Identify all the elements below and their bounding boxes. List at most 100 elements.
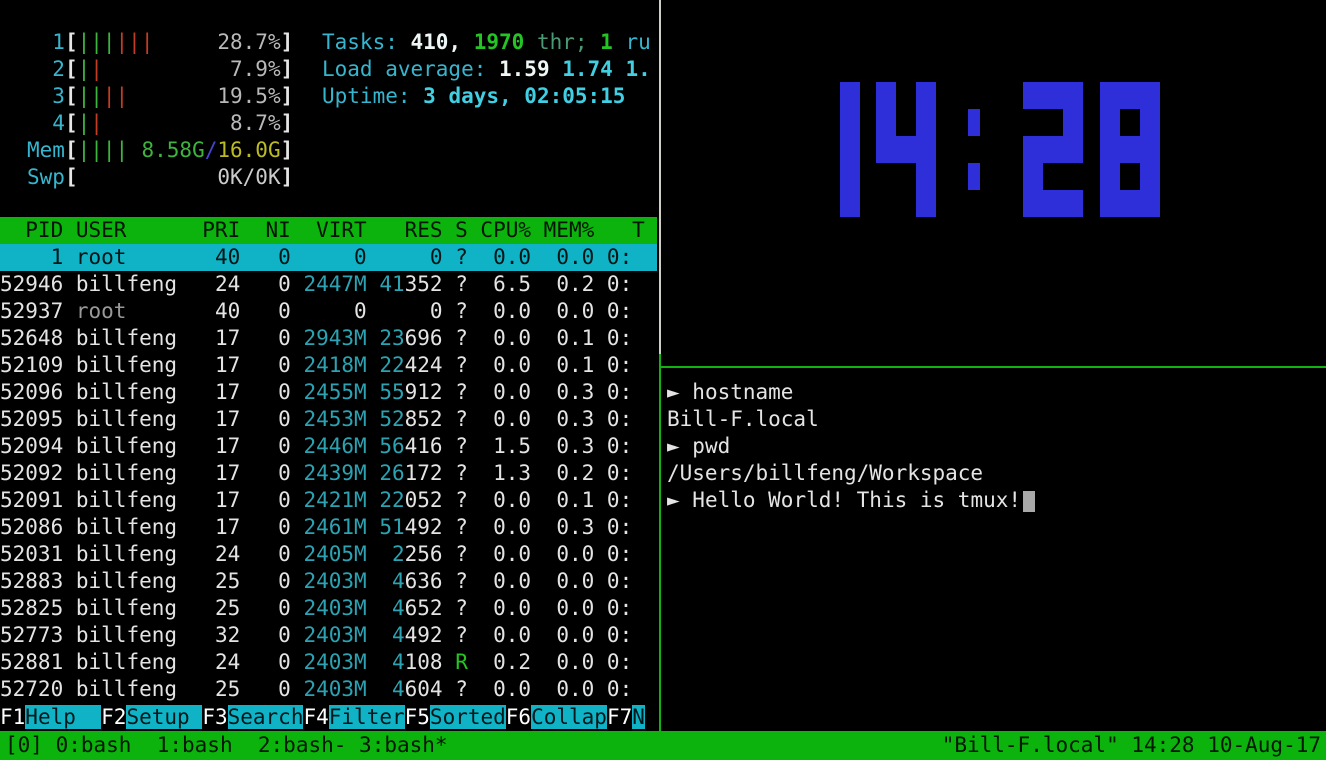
- res-cell-lo: 652: [405, 596, 443, 620]
- process-row[interactable]: 52094 billfeng 17 0 2446M 56416 ? 1.5 0.…: [0, 433, 657, 460]
- tasks-segment: Tasks:: [322, 30, 411, 54]
- process-row[interactable]: 52109 billfeng 17 0 2418M 22424 ? 0.0 0.…: [0, 352, 657, 379]
- meter-bars: ||: [78, 56, 103, 83]
- cpu-mem-time-cells: 0.0 0.3 0:: [468, 515, 645, 539]
- meter-close-bracket: ]: [281, 83, 294, 110]
- process-row[interactable]: 52648 billfeng 17 0 2943M 23696 ? 0.0 0.…: [0, 325, 657, 352]
- pri-ni-cells: 25 0: [190, 569, 304, 593]
- gap: [63, 434, 76, 458]
- res-cell-lo: 108: [405, 650, 443, 674]
- fkey-f3-button[interactable]: F3Search: [202, 704, 303, 731]
- pane-border-vertical[interactable]: [659, 0, 661, 354]
- fkey-f1-button[interactable]: F1Help: [0, 704, 101, 731]
- res-cell-lo: 912: [405, 380, 443, 404]
- user-cell: root: [76, 245, 190, 269]
- meter-green-bars: |||: [78, 30, 116, 54]
- meter-open-bracket: [: [65, 56, 78, 83]
- tasks-segment: 1970: [474, 30, 537, 54]
- user-cell: billfeng: [76, 380, 190, 404]
- window-item-3[interactable]: 3:bash*: [359, 733, 448, 757]
- clock-cell: [1140, 136, 1160, 163]
- clock-cell: [840, 82, 860, 109]
- cpu-mem-time-cells: 0.0 0.0 0:: [468, 623, 645, 647]
- load-segment: Load average:: [322, 57, 499, 81]
- user-cell: billfeng: [76, 542, 190, 566]
- process-row[interactable]: 52720 billfeng 25 0 2403M 4604 ? 0.0 0.0…: [0, 676, 657, 703]
- clock-cell: [1140, 190, 1160, 217]
- tasks-line: Tasks: 410, 1970 thr; 1 ru: [322, 29, 651, 56]
- window-item-0[interactable]: 0:bash: [56, 733, 157, 757]
- clock-cell: [1100, 82, 1120, 109]
- htop-pane[interactable]: 1[||||||28.7%] 2[||7.9%] 3[||||19.5%] 4[…: [0, 0, 657, 731]
- cpu-mem-time-cells: 0.2 0.0 0:: [468, 650, 645, 674]
- pane-border-vertical-active[interactable]: [659, 354, 661, 731]
- pid-cell: 1: [0, 245, 63, 269]
- fkey-label: Setup: [126, 705, 202, 729]
- process-row[interactable]: 52092 billfeng 17 0 2439M 26172 ? 1.3 0.…: [0, 460, 657, 487]
- res-cell-hi: 4: [367, 677, 405, 701]
- cpu-mem-time-cells: 0.0 0.3 0:: [468, 380, 645, 404]
- process-row[interactable]: 52096 billfeng 17 0 2455M 55912 ? 0.0 0.…: [0, 379, 657, 406]
- pri-ni-cells: 40 0: [190, 299, 304, 323]
- uptime-segment: Uptime:: [322, 84, 423, 108]
- pid-cell: 52648: [0, 326, 63, 350]
- window-item-2[interactable]: 2:bash-: [258, 733, 359, 757]
- clock-cell: [1063, 190, 1083, 217]
- fkey-f4-button[interactable]: F4Filter: [303, 704, 404, 731]
- terminal-pane[interactable]: ► hostnameBill-F.local► pwd/Users/billfe…: [661, 367, 1326, 731]
- process-row[interactable]: 52091 billfeng 17 0 2421M 22052 ? 0.0 0.…: [0, 487, 657, 514]
- meter-bars: ||: [78, 110, 103, 137]
- cpu-mem-time-cells: 0.0 0.1 0:: [468, 488, 645, 512]
- res-cell-lo: 052: [405, 488, 443, 512]
- tasks-segment: thr;: [537, 30, 600, 54]
- meter-close-bracket: ]: [281, 137, 294, 164]
- fkey-f6-button[interactable]: F6Collap: [506, 704, 607, 731]
- virt-cell: 2405M: [303, 542, 366, 566]
- fkey-label: N: [632, 705, 645, 729]
- process-row[interactable]: 52031 billfeng 24 0 2405M 2256 ? 0.0 0.0…: [0, 541, 657, 568]
- meter-close-bracket: ]: [281, 56, 294, 83]
- gap: [63, 380, 76, 404]
- res-cell-hi: 4: [367, 596, 405, 620]
- state-cell: ?: [443, 515, 468, 539]
- meter-cpu4: 4[||8.7%]: [27, 110, 293, 137]
- process-row[interactable]: 52937 root 40 0 0 0 ? 0.0 0.0 0:: [0, 298, 657, 325]
- pane-border-horizontal-active[interactable]: [661, 366, 1326, 368]
- window-item-1[interactable]: 1:bash: [157, 733, 258, 757]
- process-row[interactable]: 52946 billfeng 24 0 2447M 41352 ? 6.5 0.…: [0, 271, 657, 298]
- clock-cell: [916, 109, 936, 136]
- gap: [63, 407, 76, 431]
- user-cell: billfeng: [76, 326, 190, 350]
- process-row[interactable]: 52883 billfeng 25 0 2403M 4636 ? 0.0 0.0…: [0, 568, 657, 595]
- process-row[interactable]: 52095 billfeng 17 0 2453M 52852 ? 0.0 0.…: [0, 406, 657, 433]
- clock-digit: [1023, 82, 1083, 217]
- pri-ni-cells: 24 0: [190, 650, 304, 674]
- system-stats: Tasks: 410, 1970 thr; 1 ruLoad average: …: [322, 29, 651, 110]
- meter-bar-area: ||||||28.7%: [78, 29, 281, 56]
- process-row[interactable]: 52825 billfeng 25 0 2403M 4652 ? 0.0 0.0…: [0, 595, 657, 622]
- meter-red-bars: |||: [116, 30, 154, 54]
- state-cell: ?: [443, 407, 468, 431]
- gap: [63, 299, 76, 323]
- clock-cell: [1023, 82, 1043, 109]
- clock-pane[interactable]: [661, 0, 1326, 365]
- meter-label: 2: [27, 56, 65, 83]
- process-row[interactable]: 52086 billfeng 17 0 2461M 51492 ? 0.0 0.…: [0, 514, 657, 541]
- clock-cell: [1100, 136, 1120, 163]
- clock-cell: [1100, 109, 1120, 136]
- clock-cell: [1043, 136, 1063, 163]
- process-table-header[interactable]: PID USER PRI NI VIRT RES S CPU% MEM% T: [0, 217, 657, 244]
- meter-cpu3: 3[||||19.5%]: [27, 83, 293, 110]
- terminal-command-line: ► pwd: [667, 433, 1326, 460]
- pid-cell: 52091: [0, 488, 63, 512]
- process-row[interactable]: 1 root 40 0 0 0 ? 0.0 0.0 0:: [0, 244, 657, 271]
- process-row[interactable]: 52881 billfeng 24 0 2403M 4108 R 0.2 0.0…: [0, 649, 657, 676]
- pid-cell: 52937: [0, 299, 63, 323]
- fkey-f2-button[interactable]: F2Setup: [101, 704, 202, 731]
- fkey-f7-button[interactable]: F7N: [607, 704, 645, 731]
- pid-cell: 52946: [0, 272, 63, 296]
- process-row[interactable]: 52773 billfeng 32 0 2403M 4492 ? 0.0 0.0…: [0, 622, 657, 649]
- cpu-mem-time-cells: 0.0 0.0 0:: [468, 542, 645, 566]
- meter-label: 3: [27, 83, 65, 110]
- fkey-f5-button[interactable]: F5Sorted: [405, 704, 506, 731]
